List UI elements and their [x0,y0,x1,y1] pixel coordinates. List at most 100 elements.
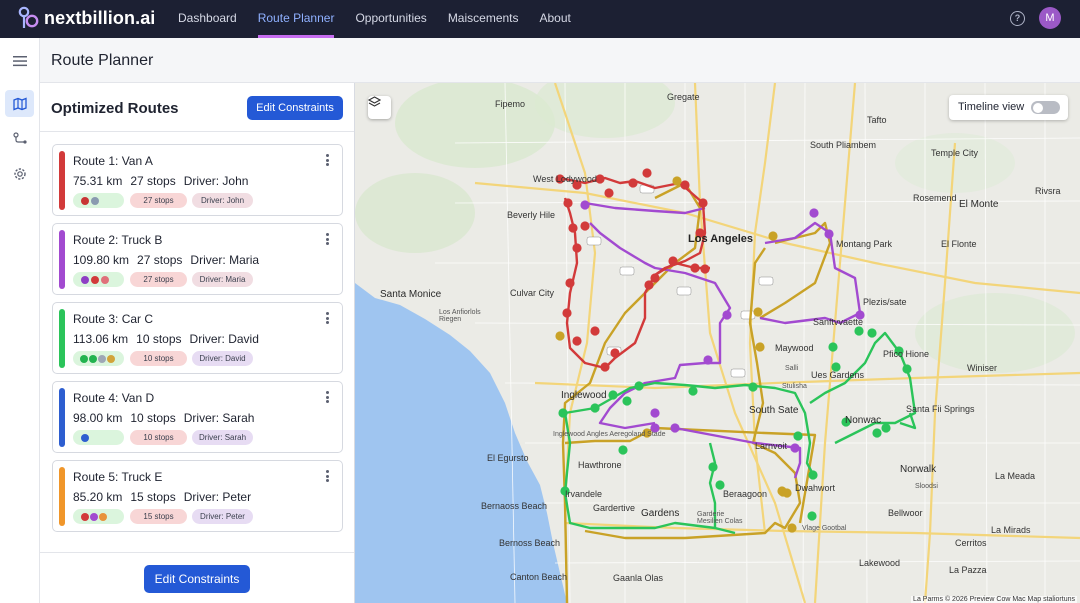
routes-panel: Optimized Routes Edit Constraints Route … [40,83,355,603]
map-label: Sloodsi [915,483,938,490]
route-card[interactable]: Route 3: Car C 113.06 km 10 stops Driver: … [52,302,343,374]
route-color-bar [59,230,65,289]
map-label: Bernoss Beach [499,538,561,548]
route-map[interactable]: Timeline view Gregate Fipemo Tafto South… [355,83,1080,603]
route-title: Route 4: Van D [73,391,155,405]
stop-status-pill [73,351,124,366]
status-dot [81,512,89,521]
stops-badge: 27 stops [130,193,187,208]
route-driver: Driver: John [183,174,249,188]
map-label: Culvar City [510,288,555,298]
driver-badge: Driver: Peter [192,509,253,524]
page-title: Route Planner [51,52,154,69]
route-distance: 109.80 km [73,253,130,267]
status-dot [98,354,106,363]
map-label: Beverly Hile [507,210,556,220]
route-color-bar [59,309,65,368]
map-label: Vlage Gootbal [802,525,847,532]
route-stops: 27 stops [130,174,176,188]
brand-logo[interactable]: nextbillion.ai [18,6,155,30]
driver-badge: Driver: Maria [192,272,253,287]
route-distance: 98.00 km [73,411,123,425]
route-stops: 27 stops [137,253,183,267]
map-label: Inglewood [561,390,607,401]
stops-badge: 27 stops [130,272,187,287]
more-options-icon[interactable] [326,312,330,324]
status-dot [99,512,107,521]
more-options-icon[interactable] [326,154,330,166]
route-driver: Driver: Sarah [183,411,255,425]
status-dot [80,354,88,363]
nav-opportunities[interactable]: Opportunities [355,0,426,38]
user-avatar[interactable]: M [1039,7,1061,29]
side-rail [0,38,40,603]
map-canvas[interactable] [355,83,1080,603]
status-dot [89,354,97,363]
nav-about[interactable]: About [540,0,571,38]
nav-dashboard[interactable]: Dashboard [178,0,237,38]
route-stats: 98.00 km 10 stops Driver: Sarah [73,411,262,425]
page-header: Route Planner [40,38,1080,83]
route-card[interactable]: Route 1: Van A 75.31 km 27 stops Driver: J… [52,144,343,216]
map-label: Sanftvvaette [813,317,864,327]
driver-badge: Driver: David [192,351,253,366]
map-label: El Monte [959,199,999,210]
status-dot [81,433,89,442]
timeline-label: Timeline view [958,101,1025,113]
route-distance: 85.20 km [73,490,123,504]
timeline-toggle[interactable] [1031,101,1060,114]
map-nav-button[interactable] [5,90,34,117]
route-stats: 113.06 km 10 stops Driver: David [73,332,267,346]
route-stops: 15 stops [130,490,176,504]
route-stats: 109.80 km 27 stops Driver: Maria [73,253,267,267]
map-label: La Meada [995,471,1036,481]
more-options-icon[interactable] [326,470,330,482]
brand-name: nextbillion.ai [44,7,156,28]
stop-status-pill [73,272,124,287]
edit-constraints-button-top[interactable]: Edit Constraints [247,96,343,120]
settings-icon [13,167,26,180]
map-label: Santa Fii Springs [906,404,975,414]
map-label: Fipemo [495,99,526,109]
status-dot [107,354,115,363]
layers-button[interactable] [368,96,391,119]
divider [40,552,354,553]
edit-constraints-button-bottom[interactable]: Edit Constraints [144,565,250,593]
route-card[interactable]: Route 5: Truck E 85.20 km 15 stops Driver:… [52,460,343,532]
map-label: Tafto [867,115,887,125]
route-card[interactable]: Route 2: Truck B 109.80 km 27 stops Driver… [52,223,343,295]
more-options-icon[interactable] [326,391,330,403]
route-card[interactable]: Route 4: Van D 98.00 km 10 stops Driver: S… [52,381,343,453]
route-color-bar [59,151,65,210]
map-label: South Pliambem [810,140,877,150]
route-color-bar [59,388,65,447]
stop-status-pill [73,509,124,524]
map-label: Dwahwort [795,483,836,493]
menu-button[interactable] [5,47,34,74]
help-icon[interactable]: ? [1010,11,1025,26]
route-distance: 75.31 km [73,174,123,188]
nav-route-planner[interactable]: Route Planner [257,0,334,38]
driver-badge: Driver: Sarah [192,430,253,445]
map-label: South Sate [749,405,799,416]
settings-nav-button[interactable] [5,160,34,187]
map-label: Maywood [775,343,814,353]
map-label: Garderie Mesilien Colas [697,511,743,525]
map-label: Gaanla Olas [613,573,664,583]
stops-badge: 15 stops [130,509,187,524]
nav-maiscements[interactable]: Maiscements [448,0,519,38]
map-label: Temple City [931,148,979,158]
map-label: La Mirads [991,525,1031,535]
more-options-icon[interactable] [326,233,330,245]
map-label: Larnvoit [755,441,788,451]
panel-title: Optimized Routes [51,100,179,117]
map-label: Pfico Hione [883,349,930,359]
map-label: Plezis/sate [863,297,907,307]
map-label: Gregate [667,92,700,102]
map-label: Ues Gardens [811,370,865,380]
routes-nav-button[interactable] [5,125,34,152]
route-driver: Driver: Maria [190,253,260,267]
map-label: Los Anfiorlols Riegen [439,309,481,323]
map-label: Canton Beach [510,572,568,582]
map-label: Beraagoon [723,489,768,499]
